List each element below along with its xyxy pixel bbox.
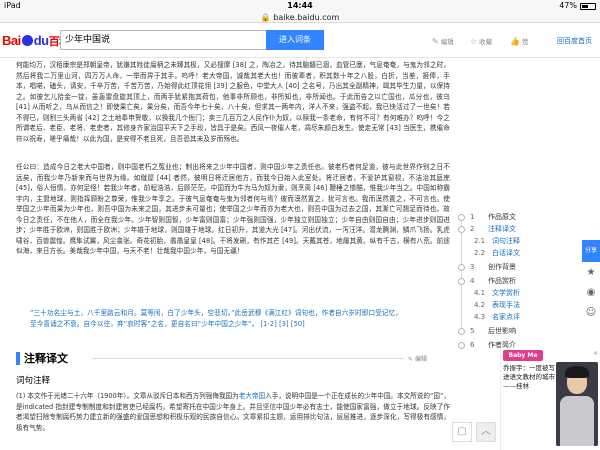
toc-label: 作品原文 (488, 213, 516, 221)
pencil-icon: ✎ (432, 36, 439, 46)
star-icon: ☆ (470, 36, 478, 46)
enter-entry-button[interactable]: 进入词条 (266, 30, 324, 50)
ad-photo[interactable] (556, 362, 598, 446)
toc-dot-icon (458, 277, 465, 285)
edit-button[interactable]: ✎ 编辑 (432, 36, 454, 47)
toc-number: 2 (470, 225, 475, 233)
body-paragraph: 任公曰：造成今日之老大中国者，则中国老朽之冤业也；制出将来之少年中国者，则中国少… (16, 163, 450, 255)
site-header: Baidu百科 少年中国说 进入词条 ✎ 编辑 ☆ 收藏 👍 赞 回百度首页 (0, 24, 600, 58)
lock-icon: 🔒 (260, 13, 271, 22)
toc-number: 3 (470, 263, 475, 271)
favorite-button[interactable]: ☆ 收藏 (470, 36, 492, 47)
toc-number: 4.2 (474, 301, 486, 309)
section-bar (16, 351, 20, 365)
toc-item[interactable]: 4 作品赏析 (458, 276, 516, 286)
toc-item[interactable]: 3 创作背景 (458, 262, 516, 272)
status-bar: iPad 14:44 47% (0, 0, 600, 12)
toc-number: 1 (470, 213, 475, 221)
like-button[interactable]: 👍 赞 (510, 36, 528, 47)
toc-number: 4.3 (474, 313, 486, 321)
annotation-paragraph: (1) 本文作于光绪二十六年（1900年）。文章从驳斥日本和西方列强侮我国为老大… (16, 392, 451, 432)
link-old-empire[interactable]: 老大帝国 (239, 392, 265, 400)
battery-area: 47% (559, 0, 596, 12)
subsection-heading: 词句注释 (16, 376, 51, 386)
search-input[interactable]: 少年中国说 (60, 30, 266, 50)
toc-number: 2.1 (474, 237, 486, 245)
chevron-up-icon: ︿ (481, 426, 491, 437)
ad-text[interactable]: 乔振宇：一度被写进语文教材的城市——桂林 (503, 364, 555, 391)
toc-number: 4 (470, 277, 475, 285)
toc-number: 2.2 (474, 249, 486, 257)
toc-item[interactable]: 5 后世影响 (458, 326, 516, 336)
toc-dot-icon (458, 213, 465, 221)
paw-icon (21, 35, 33, 46)
quote-paragraph: “三十功名尘与土，八千里路云和月。莫等闲，白了少年头，空悲切。”此岳武穆《满江红… (30, 309, 402, 328)
toc-item[interactable]: 4.1 文学赏析 (460, 288, 520, 298)
toc-dot-icon (458, 327, 465, 335)
toc-dot-icon (458, 225, 465, 233)
toc-label: 后世影响 (488, 327, 516, 335)
body-paragraph: 何能均万，汉栢康宗是郑朝皇帝，犹嫌其姓徒腐柄之未臻其极，又必搜摩 [38] 之，… (16, 61, 450, 143)
url-bar[interactable]: 🔒 baike.baidu.com (0, 12, 600, 23)
toc-label: 词句注释 (492, 237, 520, 245)
clock: 14:44 (287, 1, 313, 10)
baidu-home-link[interactable]: 回百度首页 (557, 36, 592, 46)
qzone-icon[interactable]: ★ (584, 266, 598, 280)
toc-item[interactable]: 4.3 名家点评 (460, 312, 520, 322)
toc-item[interactable]: 4.2 表现手法 (460, 300, 520, 310)
share-button[interactable]: 分享 (582, 240, 600, 262)
wechat-icon[interactable]: ☺ (584, 306, 598, 320)
toc-item[interactable]: 2 注释译文 (458, 224, 516, 234)
battery-icon (580, 2, 596, 10)
toc-label: 表现手法 (492, 301, 520, 309)
toc-item[interactable]: 2.1 词句注释 (460, 236, 520, 246)
ad-close-icon[interactable]: ✕ (593, 350, 598, 357)
toc-label: 创作背景 (488, 263, 516, 271)
section-edit-button[interactable]: ✎ 编辑 (408, 354, 427, 363)
section-heading: 注释译文 (16, 350, 68, 366)
toc-number: 5 (470, 327, 475, 335)
ad-brand-badge: Baby Me (503, 350, 543, 361)
toc-item[interactable]: 1 作品原文 (458, 212, 516, 222)
reference-links[interactable]: [1-2] [3] [50] (260, 320, 304, 328)
toc-label: 注释译文 (488, 225, 516, 233)
tool-icon: ▢ (457, 426, 467, 437)
thumbs-up-icon: 👍 (510, 36, 520, 46)
tools-button[interactable]: ▢ (452, 422, 472, 442)
toc-item[interactable]: 2.2 白话译文 (460, 248, 520, 258)
ad-panel[interactable]: Baby Me ✕ 乔振宇：一度被写进语文教材的城市——桂林 (500, 348, 600, 450)
toc-label: 白话译文 (492, 249, 520, 257)
url-text[interactable]: baike.baidu.com (273, 13, 339, 22)
battery-percent: 47% (559, 1, 577, 10)
toc-label: 作品赏析 (488, 277, 516, 285)
toc-dot-icon (458, 263, 465, 271)
toc-label: 名家点评 (492, 313, 520, 321)
toc-number: 6 (470, 341, 475, 349)
back-to-top-button[interactable]: ︿ (476, 422, 496, 442)
toc-dot-icon (458, 341, 465, 349)
toc-label: 文学赏析 (492, 289, 520, 297)
section-divider (92, 358, 404, 359)
weibo-icon[interactable]: ◉ (584, 286, 598, 300)
toc-number: 4.1 (474, 289, 486, 297)
